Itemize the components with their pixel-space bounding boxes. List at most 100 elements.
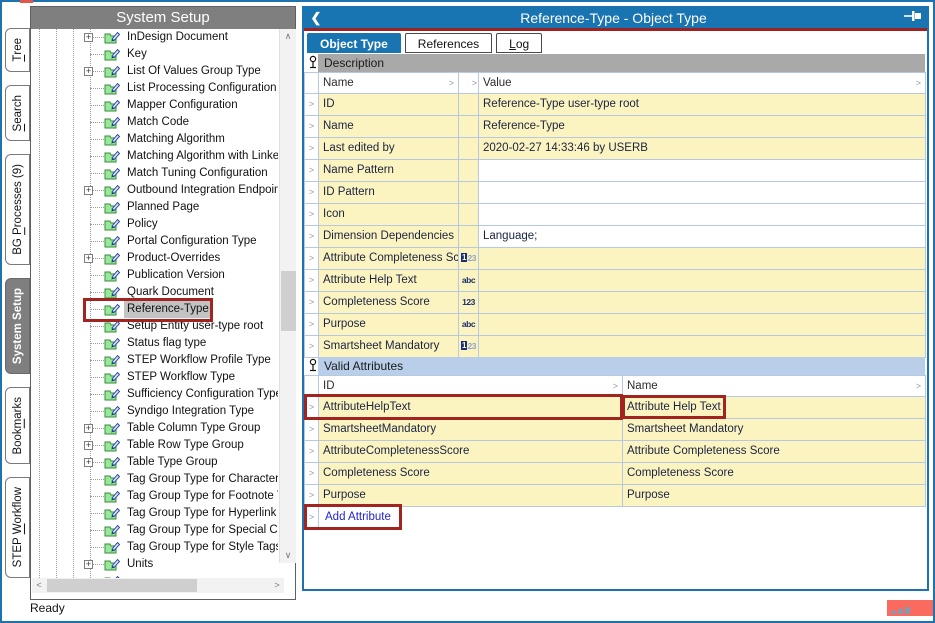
tree-item[interactable]: Tag Group Type for Character Tags [31,471,278,488]
tree-item[interactable]: Reference-Type [31,301,278,318]
tree-item[interactable]: Portal Configuration Type [31,233,278,250]
tree-item[interactable]: Tag Group Type for Hyperlink Tags [31,505,278,522]
row-chevron-icon[interactable]: > [304,138,319,160]
scrollbar-thumb[interactable] [281,271,296,331]
pin-icon[interactable] [899,9,927,27]
valid-attribute-row[interactable]: > Purpose Purpose [304,485,926,507]
expand-plus-icon[interactable] [84,424,93,433]
editor-tab[interactable]: Object Type [307,33,401,53]
expand-plus-icon[interactable] [84,458,93,467]
tree-item-label[interactable]: Matching Algorithm [124,131,228,148]
tree-item-label[interactable]: Matching Algorithm with Linked Mat [124,148,278,165]
tree-item-label[interactable]: Status flag type [124,335,209,352]
tree-item[interactable]: Table Column Type Group [31,420,278,437]
side-tab[interactable]: STEP Workflow [5,477,30,577]
tree-item[interactable]: List Of Values Group Type [31,63,278,80]
scroll-down-icon[interactable]: ∨ [280,548,296,563]
attribute-value-cell[interactable]: Reference-Type [479,116,926,138]
valid-attributes-section-header[interactable]: Valid Attributes [318,357,925,375]
editor-tab[interactable]: References [405,33,492,53]
scroll-up-icon[interactable]: ∧ [280,29,296,44]
side-tab[interactable]: System Setup [5,278,30,374]
description-section-header[interactable]: Description [318,54,925,72]
tree-item[interactable]: List Processing Configuration [31,80,278,97]
tree-item[interactable]: Table Type Group [31,454,278,471]
tree-item-label[interactable]: Match Tuning Configuration [124,165,271,182]
tree-item-label[interactable]: InDesign Document [124,29,231,46]
row-chevron-icon[interactable]: > [304,441,319,463]
description-row[interactable]: > Dimension Dependencies Language; [304,226,926,248]
attribute-value-cell[interactable] [479,160,926,182]
attribute-value-cell[interactable]: Reference-Type user-type root [479,94,926,116]
valid-attribute-row[interactable]: > Completeness Score Completeness Score [304,463,926,485]
side-tab[interactable]: Tree [5,28,30,72]
expand-plus-icon[interactable] [84,441,93,450]
tree-item-label[interactable]: Quark Document [124,284,217,301]
tree-item[interactable]: Publication Version [31,267,278,284]
tree-item[interactable]: Match Code [31,114,278,131]
tree-item[interactable]: Tag Group Type for Style Tags [31,539,278,556]
status-signal-badge[interactable] [887,600,933,616]
add-attribute-link[interactable]: Add Attribute [319,507,397,529]
tree-item-label[interactable]: Tag Group Type for Footnote Tags [124,488,278,505]
column-header-name[interactable]: >Name [623,375,926,397]
tree-item[interactable]: Sufficiency Configuration Type [31,386,278,403]
tree-item[interactable]: Matching Algorithm [31,131,278,148]
valid-attribute-row[interactable]: > AttributeHelpText Attribute Help Text [304,397,926,419]
scroll-right-icon[interactable]: > [270,578,284,593]
tree-item[interactable]: STEP Workflow Type [31,369,278,386]
description-row[interactable]: > Attribute Help Text abc [304,270,926,292]
tree-item[interactable]: Mapper Configuration [31,97,278,114]
tree-item-label[interactable]: Tag Group Type for Special Charac [124,522,278,539]
row-chevron-icon[interactable]: > [304,507,319,529]
description-row[interactable]: > Attribute Completeness Score 123 [304,248,926,270]
tree-item[interactable]: Tag Group Type for Footnote Tags [31,488,278,505]
editor-tab[interactable]: Log [496,33,542,53]
tree-item-label[interactable]: Outbound Integration Endpoint Typ [124,182,278,199]
row-chevron-icon[interactable]: > [304,314,319,336]
tree-item-label[interactable]: Table Type Group [124,454,221,471]
side-tab[interactable]: Bookmarks [5,387,30,465]
tree-item-label[interactable]: List Processing Configuration [124,80,278,97]
tree-item-label[interactable]: Policy [124,216,161,233]
section-pin-icon[interactable] [308,358,318,373]
description-row[interactable]: > ID Reference-Type user-type root [304,94,926,116]
tree-item[interactable]: Units [31,556,278,573]
tree-item-label[interactable]: Setup Entity user-type root [124,318,266,335]
attribute-value-cell[interactable] [479,248,926,270]
tree-item-label[interactable]: Table Column Type Group [124,420,263,437]
tree-item-label[interactable]: Product-Overrides [124,250,223,267]
tree-item-label[interactable]: Reference-Type [124,301,212,318]
tree-item-label[interactable]: Table Row Type Group [124,437,247,454]
tree-item-label[interactable]: Tag Group Type for Style Tags [124,539,278,556]
valid-attribute-row[interactable]: > SmartsheetMandatory Smartsheet Mandato… [304,419,926,441]
tree-vertical-scrollbar[interactable]: ∧ ∨ [279,29,296,563]
tree-item-label[interactable]: Syndigo Integration Type [124,403,257,420]
add-attribute-row[interactable]: > Add Attribute [304,507,926,529]
row-chevron-icon[interactable]: > [304,485,319,507]
tree-item[interactable]: Policy [31,216,278,233]
description-row[interactable]: > ID Pattern [304,182,926,204]
tree-item[interactable]: STEP Workflow Profile Type [31,352,278,369]
row-chevron-icon[interactable]: > [304,248,319,270]
tree-item[interactable]: Planned Page [31,199,278,216]
row-chevron-icon[interactable]: > [304,270,319,292]
row-chevron-icon[interactable]: > [304,463,319,485]
tree-item[interactable]: Matching Algorithm with Linked Mat [31,148,278,165]
column-header-name[interactable]: >Name [319,72,459,94]
tree-item-label[interactable]: Units [124,556,156,573]
scroll-left-icon[interactable]: < [32,578,46,593]
scrollbar-thumb[interactable] [47,579,197,592]
tree-item-label[interactable]: Publication Version [124,267,228,284]
row-chevron-icon[interactable]: > [304,292,319,314]
attribute-value-cell[interactable]: Language; [479,226,926,248]
row-chevron-icon[interactable]: > [304,116,319,138]
back-icon[interactable]: ❮ [304,10,328,26]
expand-plus-icon[interactable] [84,560,93,569]
expand-plus-icon[interactable] [84,33,93,42]
side-tab[interactable]: BG Processes (9) [5,154,30,265]
tree-item[interactable]: Product-Overrides [31,250,278,267]
tree-item-label[interactable]: Portal Configuration Type [124,233,260,250]
expand-plus-icon[interactable] [84,186,93,195]
tree-view[interactable]: InDesign Document [31,29,278,578]
